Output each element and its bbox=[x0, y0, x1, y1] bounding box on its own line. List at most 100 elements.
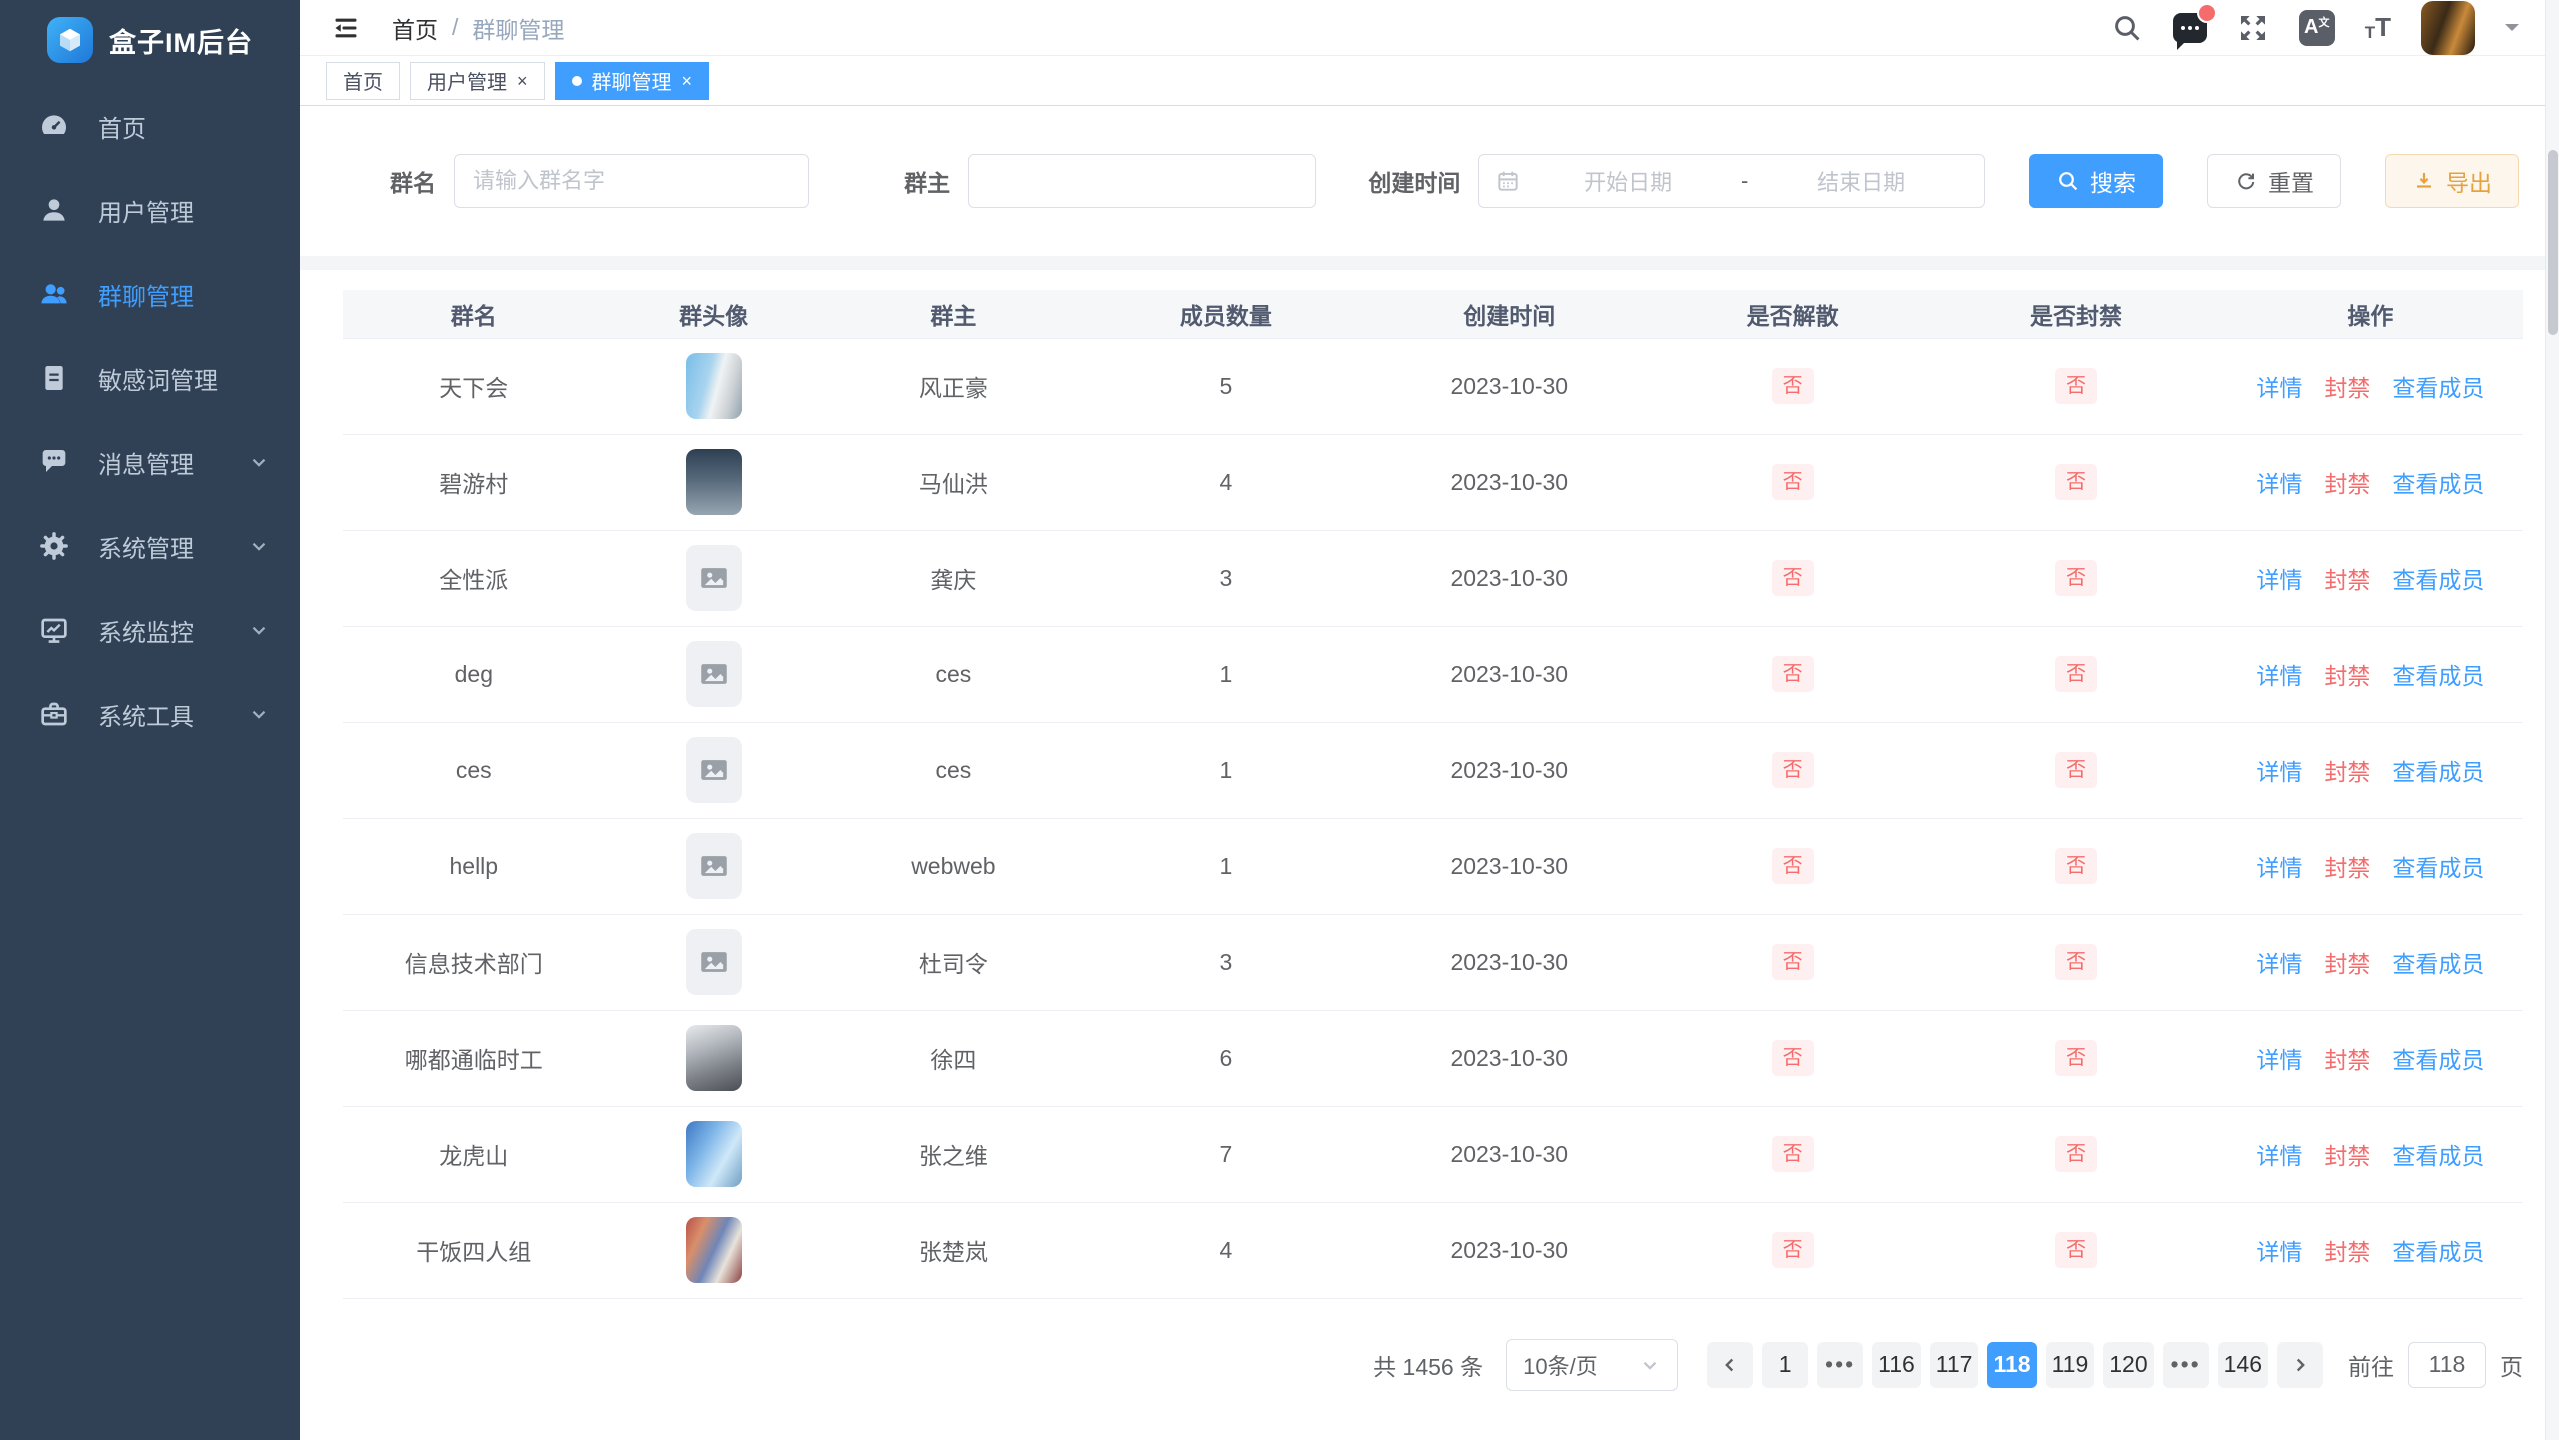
ban-link[interactable]: 封禁 bbox=[2324, 375, 2370, 401]
page-button[interactable]: 119 bbox=[2046, 1342, 2095, 1388]
banned-badge: 否 bbox=[2055, 368, 2097, 404]
collapse-sidebar-icon[interactable] bbox=[330, 13, 364, 43]
search-button-label: 搜索 bbox=[2090, 164, 2136, 198]
scrollbar-track[interactable] bbox=[2545, 0, 2559, 1440]
sidebar-item-system-tools[interactable]: 系统工具 bbox=[0, 672, 300, 756]
fullscreen-icon[interactable] bbox=[2237, 12, 2269, 44]
view-members-link[interactable]: 查看成员 bbox=[2392, 663, 2484, 689]
caret-down-icon[interactable] bbox=[2505, 24, 2519, 38]
group-name: 哪都通临时工 bbox=[343, 1010, 605, 1106]
detail-link[interactable]: 详情 bbox=[2256, 375, 2302, 401]
detail-link[interactable]: 详情 bbox=[2256, 663, 2302, 689]
page-button-active[interactable]: 118 bbox=[1987, 1342, 2036, 1388]
reset-button-label: 重置 bbox=[2268, 164, 2314, 198]
ban-link[interactable]: 封禁 bbox=[2324, 663, 2370, 689]
group-avatar-placeholder bbox=[686, 641, 742, 707]
sidebar-item-system-management[interactable]: 系统管理 bbox=[0, 504, 300, 588]
member-count: 4 bbox=[1084, 1202, 1367, 1298]
view-members-link[interactable]: 查看成员 bbox=[2392, 951, 2484, 977]
reset-button[interactable]: 重置 bbox=[2207, 154, 2341, 208]
ban-link[interactable]: 封禁 bbox=[2324, 1239, 2370, 1265]
user-avatar[interactable] bbox=[2421, 1, 2475, 55]
ban-link[interactable]: 封禁 bbox=[2324, 759, 2370, 785]
more-pages-prev[interactable]: ••• bbox=[1817, 1342, 1863, 1388]
detail-link[interactable]: 详情 bbox=[2256, 1239, 2302, 1265]
goto-page-input[interactable] bbox=[2408, 1342, 2486, 1388]
view-members-link[interactable]: 查看成员 bbox=[2392, 1143, 2484, 1169]
tab-label: 用户管理 bbox=[427, 66, 507, 95]
table-header-row: 群名 群头像 群主 成员数量 创建时间 是否解散 是否封禁 操作 bbox=[343, 290, 2523, 338]
date-range-picker[interactable]: 开始日期 - 结束日期 bbox=[1478, 154, 1985, 208]
table-row: 全性派 龚庆 3 2023-10-30 否 否 详情封禁查看成员 bbox=[343, 530, 2523, 626]
tab-user-management[interactable]: 用户管理 × bbox=[410, 62, 545, 100]
view-members-link[interactable]: 查看成员 bbox=[2392, 855, 2484, 881]
view-members-link[interactable]: 查看成员 bbox=[2392, 1047, 2484, 1073]
prev-page-button[interactable] bbox=[1707, 1342, 1753, 1388]
ban-link[interactable]: 封禁 bbox=[2324, 1047, 2370, 1073]
group-avatar bbox=[686, 353, 742, 419]
page-button[interactable]: 146 bbox=[2218, 1342, 2268, 1388]
group-owner-input[interactable] bbox=[968, 154, 1316, 208]
detail-link[interactable]: 详情 bbox=[2256, 1047, 2302, 1073]
sidebar-item-sensitive-words[interactable]: 敏感词管理 bbox=[0, 336, 300, 420]
view-members-link[interactable]: 查看成员 bbox=[2392, 759, 2484, 785]
next-page-button[interactable] bbox=[2277, 1342, 2323, 1388]
scrollbar-thumb[interactable] bbox=[2548, 150, 2558, 335]
sidebar-item-system-monitor[interactable]: 系统监控 bbox=[0, 588, 300, 672]
view-members-link[interactable]: 查看成员 bbox=[2392, 1239, 2484, 1265]
ban-link[interactable]: 封禁 bbox=[2324, 1143, 2370, 1169]
detail-link[interactable]: 详情 bbox=[2256, 567, 2302, 593]
ban-link[interactable]: 封禁 bbox=[2324, 567, 2370, 593]
ban-link[interactable]: 封禁 bbox=[2324, 471, 2370, 497]
member-count: 3 bbox=[1084, 914, 1367, 1010]
font-size-icon[interactable]: TT bbox=[2365, 12, 2391, 43]
tab-home[interactable]: 首页 bbox=[326, 62, 400, 100]
detail-link[interactable]: 详情 bbox=[2256, 471, 2302, 497]
sidebar-item-users[interactable]: 用户管理 bbox=[0, 168, 300, 252]
table-row: 天下会 风正豪 5 2023-10-30 否 否 详情封禁查看成员 bbox=[343, 338, 2523, 434]
search-button[interactable]: 搜索 bbox=[2029, 154, 2163, 208]
image-placeholder-icon bbox=[697, 561, 731, 595]
export-button[interactable]: 导出 bbox=[2385, 154, 2519, 208]
group-name-label: 群名 bbox=[390, 164, 436, 198]
page-button[interactable]: 1 bbox=[1762, 1342, 1808, 1388]
filter-bar: 群名 群主 创建时间 开始日期 - 结束日期 搜索 重置 导出 bbox=[300, 106, 2559, 256]
sidebar-item-home[interactable]: 首页 bbox=[0, 84, 300, 168]
ban-link[interactable]: 封禁 bbox=[2324, 855, 2370, 881]
sidebar-item-groups[interactable]: 群聊管理 bbox=[0, 252, 300, 336]
page-button[interactable]: 116 bbox=[1872, 1342, 1921, 1388]
sidebar-item-messages[interactable]: 消息管理 bbox=[0, 420, 300, 504]
create-time: 2023-10-30 bbox=[1368, 914, 1651, 1010]
message-icon[interactable] bbox=[2173, 13, 2207, 43]
create-time: 2023-10-30 bbox=[1368, 626, 1651, 722]
tab-group-management[interactable]: 群聊管理 × bbox=[555, 62, 710, 100]
create-time: 2023-10-30 bbox=[1368, 818, 1651, 914]
detail-link[interactable]: 详情 bbox=[2256, 1143, 2302, 1169]
detail-link[interactable]: 详情 bbox=[2256, 855, 2302, 881]
create-time: 2023-10-30 bbox=[1368, 1202, 1651, 1298]
view-members-link[interactable]: 查看成员 bbox=[2392, 471, 2484, 497]
view-members-link[interactable]: 查看成员 bbox=[2392, 375, 2484, 401]
detail-link[interactable]: 详情 bbox=[2256, 951, 2302, 977]
translate-icon[interactable]: A文 bbox=[2299, 10, 2335, 46]
table-row: 哪都通临时工 徐四 6 2023-10-30 否 否 详情封禁查看成员 bbox=[343, 1010, 2523, 1106]
breadcrumb: 首页 / 群聊管理 bbox=[392, 11, 564, 45]
page-button[interactable]: 117 bbox=[1930, 1342, 1979, 1388]
ban-link[interactable]: 封禁 bbox=[2324, 951, 2370, 977]
sidebar-item-label: 群聊管理 bbox=[98, 277, 270, 312]
group-avatar bbox=[686, 1025, 742, 1091]
search-icon bbox=[2056, 169, 2080, 193]
search-icon[interactable] bbox=[2111, 12, 2143, 44]
page-button[interactable]: 120 bbox=[2103, 1342, 2153, 1388]
close-icon[interactable]: × bbox=[517, 72, 528, 90]
more-pages-next[interactable]: ••• bbox=[2163, 1342, 2209, 1388]
page-size-select[interactable]: 10条/页 bbox=[1506, 1339, 1678, 1391]
close-icon[interactable]: × bbox=[682, 72, 693, 90]
group-owner: webweb bbox=[823, 818, 1085, 914]
breadcrumb-home[interactable]: 首页 bbox=[392, 11, 438, 45]
page-size-value: 10条/页 bbox=[1523, 1349, 1639, 1381]
detail-link[interactable]: 详情 bbox=[2256, 759, 2302, 785]
group-owner: 徐四 bbox=[823, 1010, 1085, 1106]
view-members-link[interactable]: 查看成员 bbox=[2392, 567, 2484, 593]
group-name-input[interactable] bbox=[454, 154, 809, 208]
